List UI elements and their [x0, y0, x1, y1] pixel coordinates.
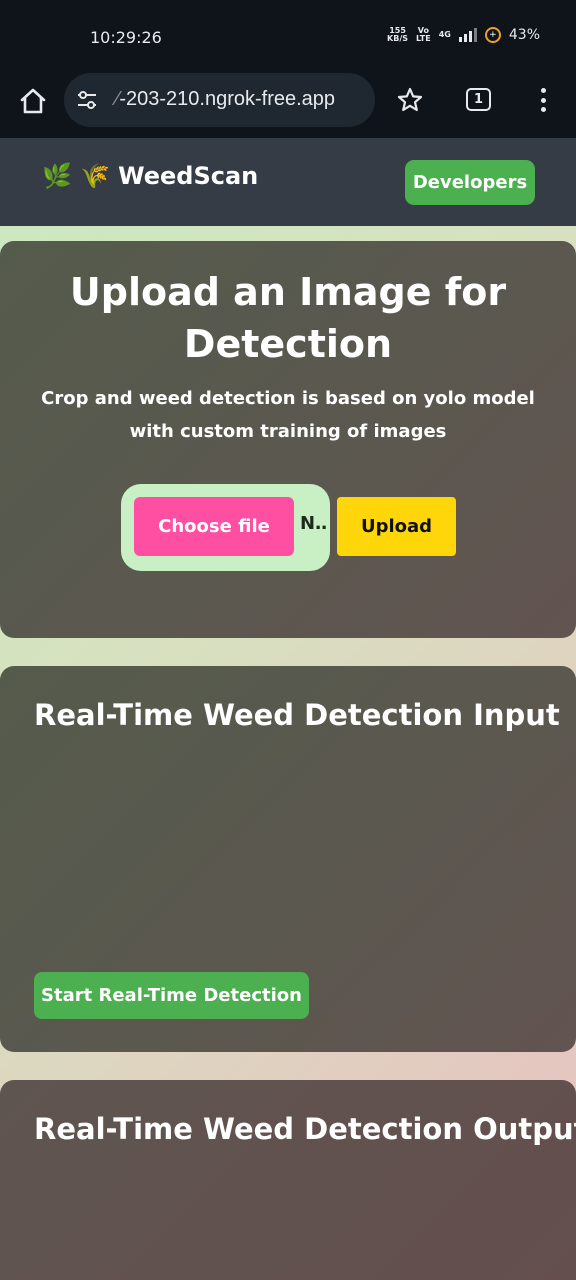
upload-button[interactable]: Upload	[337, 497, 456, 556]
brand-name: WeedScan	[118, 162, 259, 190]
realtime-input-title: Real-Time Weed Detection Input	[34, 698, 560, 732]
developers-button[interactable]: Developers	[405, 160, 535, 205]
brand-logo[interactable]: 🌿 🌾 WeedScan	[42, 162, 258, 190]
battery-level: 43%	[508, 27, 540, 43]
choose-file-button[interactable]: Choose file	[134, 497, 294, 556]
url-text[interactable]: ⁄-203-210.ngrok-free.app	[116, 88, 335, 111]
signal-icon	[458, 28, 477, 42]
battery-icon: +	[484, 27, 501, 43]
status-indicators: 155 KB/S Vo LTE 4G + 43%	[387, 27, 540, 43]
realtime-output-title: Real-Time Weed Detection Output	[34, 1112, 576, 1146]
upload-title: Upload an Image for Detection	[69, 270, 507, 366]
tabs-icon[interactable]: 1	[466, 88, 491, 111]
network-indicator: 4G	[438, 30, 451, 39]
more-vert-icon[interactable]	[536, 86, 550, 114]
leaf-icon: 🌿 🌾	[42, 162, 111, 190]
start-realtime-button[interactable]: Start Real-Time Detection	[34, 972, 309, 1019]
star-icon[interactable]	[396, 86, 424, 114]
net-speed: 155 KB/S	[387, 26, 409, 43]
status-time: 10:29:26	[90, 28, 162, 47]
realtime-output-card	[0, 1080, 576, 1280]
tune-icon[interactable]	[76, 89, 98, 111]
volte-indicator: Vo LTE	[416, 26, 431, 43]
home-icon[interactable]	[18, 86, 48, 116]
upload-description: Crop and weed detection is based on yolo…	[41, 388, 535, 442]
selected-file-name: N…	[300, 513, 328, 534]
status-bar: 10:29:26 155 KB/S Vo LTE 4G + 43%	[0, 0, 576, 72]
address-bar[interactable]: ⁄-203-210.ngrok-free.app	[64, 73, 375, 127]
